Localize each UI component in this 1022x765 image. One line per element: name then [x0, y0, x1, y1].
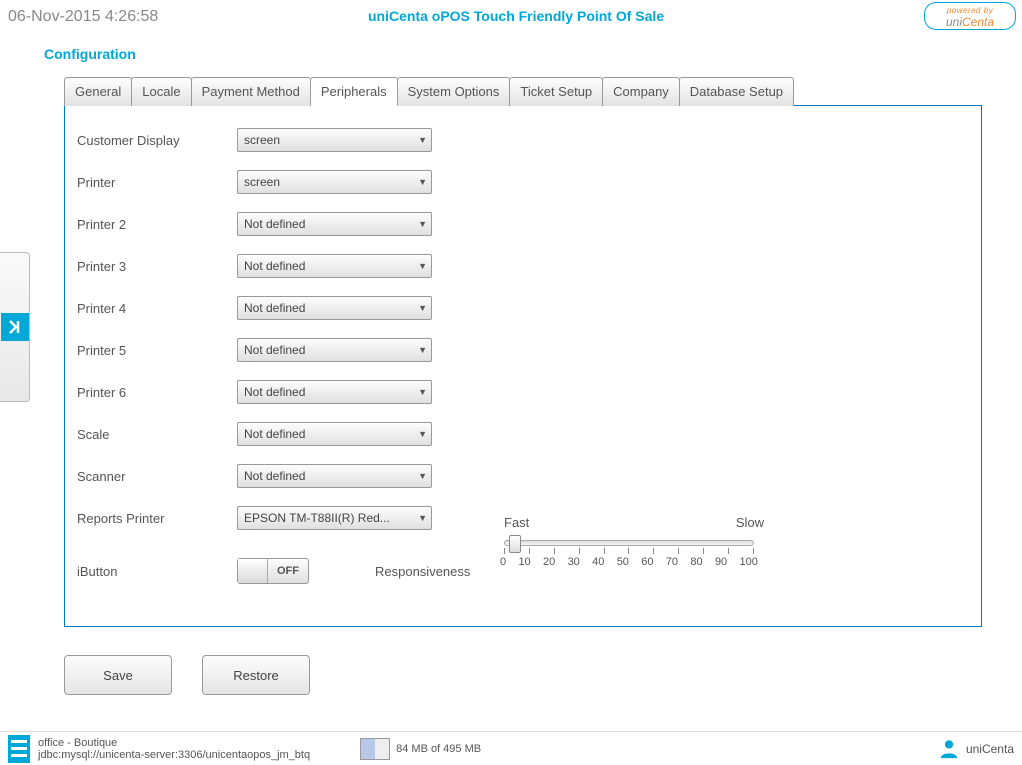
chevron-down-icon: ▼ — [418, 219, 427, 229]
label-printer-5: Printer 5 — [77, 343, 237, 358]
select-printer-6[interactable]: Not defined▼ — [237, 380, 432, 404]
chevron-down-icon: ▼ — [418, 261, 427, 271]
memory-text: 84 MB of 495 MB — [396, 743, 481, 755]
slider-slow-label: Slow — [736, 515, 764, 530]
select-customer-display[interactable]: screen▼ — [237, 128, 432, 152]
select-printer-2[interactable]: Not defined▼ — [237, 212, 432, 236]
tab-bar: General Locale Payment Method Peripheral… — [64, 76, 982, 105]
chevron-down-icon: ▼ — [418, 303, 427, 313]
user-icon — [938, 738, 960, 760]
slider-thumb[interactable] — [509, 535, 521, 553]
select-scale[interactable]: Not defined▼ — [237, 422, 432, 446]
toggle-state: OFF — [268, 565, 308, 577]
label-responsiveness: Responsiveness — [375, 564, 470, 579]
label-printer: Printer — [77, 175, 237, 190]
app-title: uniCenta oPOS Touch Friendly Point Of Sa… — [368, 8, 1014, 24]
tab-system-options[interactable]: System Options — [397, 77, 511, 106]
label-printer-3: Printer 3 — [77, 259, 237, 274]
restore-button[interactable]: Restore — [202, 655, 310, 695]
tab-general[interactable]: General — [64, 77, 132, 106]
toggle-ibutton[interactable]: OFF — [237, 558, 309, 584]
timestamp: 06-Nov-2015 4:26:58 — [8, 8, 368, 26]
select-printer-4[interactable]: Not defined▼ — [237, 296, 432, 320]
responsiveness-slider-block: Fast Slow 0102030405060708090100 — [504, 515, 764, 568]
responsiveness-slider[interactable] — [504, 540, 754, 546]
chevron-down-icon: ▼ — [418, 345, 427, 355]
logo-brand-text: uniCenta — [946, 15, 994, 29]
label-scanner: Scanner — [77, 469, 237, 484]
select-printer-5[interactable]: Not defined▼ — [237, 338, 432, 362]
label-ibutton: iButton — [77, 564, 237, 579]
chevron-down-icon: ▼ — [418, 429, 427, 439]
tab-company[interactable]: Company — [602, 77, 680, 106]
drawer-expand-icon — [1, 313, 29, 341]
chevron-down-icon: ▼ — [418, 135, 427, 145]
label-printer-4: Printer 4 — [77, 301, 237, 316]
slider-ticks — [504, 548, 754, 554]
label-printer-6: Printer 6 — [77, 385, 237, 400]
tab-peripherals[interactable]: Peripherals — [310, 77, 398, 106]
tab-locale[interactable]: Locale — [131, 77, 191, 106]
toggle-knob — [238, 559, 268, 583]
chevron-down-icon: ▼ — [418, 177, 427, 187]
label-scale: Scale — [77, 427, 237, 442]
status-bar: office - Boutique jdbc:mysql://unicenta-… — [0, 731, 1022, 765]
slider-fast-label: Fast — [504, 515, 529, 530]
user-name: uniCenta — [966, 742, 1014, 756]
select-printer-3[interactable]: Not defined▼ — [237, 254, 432, 278]
side-drawer-handle[interactable] — [0, 252, 30, 402]
label-reports-printer: Reports Printer — [77, 511, 237, 526]
jdbc-url: jdbc:mysql://unicenta-server:3306/unicen… — [38, 749, 310, 761]
select-printer[interactable]: screen▼ — [237, 170, 432, 194]
brand-logo: powered by uniCenta — [924, 2, 1016, 30]
store-name: office - Boutique — [38, 737, 310, 749]
page-heading: Configuration — [0, 30, 1022, 76]
label-customer-display: Customer Display — [77, 133, 237, 148]
tab-payment-method[interactable]: Payment Method — [191, 77, 311, 106]
chevron-down-icon: ▼ — [418, 471, 427, 481]
slider-tick-labels: 0102030405060708090100 — [500, 556, 758, 568]
database-icon — [8, 735, 30, 763]
memory-bar — [360, 738, 390, 760]
select-scanner[interactable]: Not defined▼ — [237, 464, 432, 488]
tab-database-setup[interactable]: Database Setup — [679, 77, 794, 106]
chevron-down-icon: ▼ — [418, 387, 427, 397]
chevron-down-icon: ▼ — [418, 513, 427, 523]
select-reports-printer[interactable]: EPSON TM-T88II(R) Red...▼ — [237, 506, 432, 530]
logo-powered-text: powered by — [947, 6, 993, 15]
save-button[interactable]: Save — [64, 655, 172, 695]
label-printer-2: Printer 2 — [77, 217, 237, 232]
tab-ticket-setup[interactable]: Ticket Setup — [509, 77, 603, 106]
